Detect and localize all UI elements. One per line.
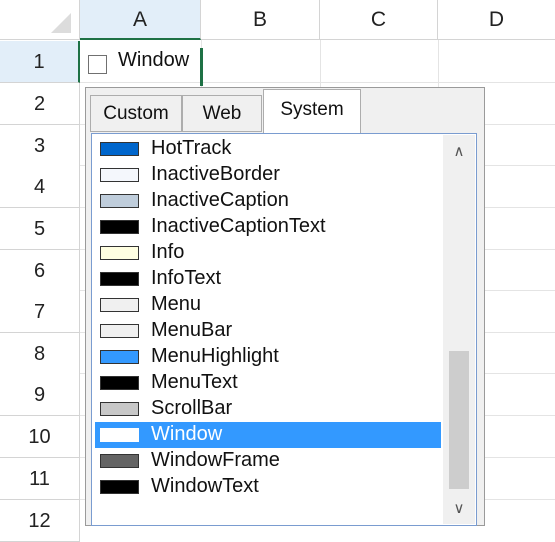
row-header-10[interactable]: 10 (0, 416, 80, 458)
list-scrollbar[interactable]: ∧ ∨ (443, 135, 475, 524)
system-color-list[interactable]: HotTrack InactiveBorder InactiveCaption Ina… (91, 133, 477, 526)
column-header-b[interactable]: B (201, 0, 320, 40)
column-header-a[interactable]: A (80, 0, 201, 40)
select-all-corner[interactable] (0, 0, 80, 40)
color-swatch (100, 428, 139, 442)
color-list-item[interactable]: WindowText (95, 474, 441, 500)
color-list-item[interactable]: InactiveBorder (95, 162, 441, 188)
cell-checkbox[interactable] (88, 55, 107, 74)
color-name: InfoText (151, 267, 222, 289)
row-header-8[interactable]: 8 (0, 333, 80, 375)
color-name: Info (151, 241, 185, 263)
color-name: Menu (151, 293, 202, 315)
color-swatch (100, 142, 139, 156)
color-list-item[interactable]: MenuText (95, 370, 441, 396)
color-swatch (100, 376, 139, 390)
color-swatch (100, 272, 139, 286)
tab-system[interactable]: System (263, 89, 361, 133)
color-swatch (100, 480, 139, 494)
color-list-item[interactable]: ScrollBar (95, 396, 441, 422)
color-list-item[interactable]: WindowFrame (95, 448, 441, 474)
row-header-4[interactable]: 4 (0, 166, 80, 208)
color-list-item[interactable]: InfoText (95, 266, 441, 292)
row-header-3[interactable]: 3 (0, 125, 80, 167)
tab-web[interactable]: Web (182, 95, 262, 132)
row-header-6[interactable]: 6 (0, 250, 80, 292)
color-name: MenuBar (151, 319, 233, 341)
color-swatch (100, 168, 139, 182)
color-list-item[interactable]: InactiveCaptionText (95, 214, 441, 240)
corner-triangle-icon (51, 13, 71, 33)
color-name: Window (151, 423, 223, 445)
row-header-2[interactable]: 2 (0, 83, 80, 125)
color-swatch (100, 454, 139, 468)
color-swatch (100, 350, 139, 364)
color-list-item[interactable]: Info (95, 240, 441, 266)
color-swatch (100, 220, 139, 234)
row-header-11[interactable]: 11 (0, 458, 80, 500)
row-header-7[interactable]: 7 (0, 291, 80, 333)
row-header-5[interactable]: 5 (0, 208, 80, 250)
spreadsheet: A B C D 1 2 3 4 5 6 7 8 9 10 11 12 Window Custom We… (0, 0, 555, 542)
color-name: InactiveBorder (151, 163, 280, 185)
scroll-down-icon[interactable]: ∨ (443, 494, 475, 524)
column-header-c[interactable]: C (320, 0, 438, 40)
scroll-thumb[interactable] (449, 351, 469, 489)
color-name: HotTrack (151, 137, 232, 159)
color-name: ScrollBar (151, 397, 233, 419)
color-swatch (100, 194, 139, 208)
color-name: MenuText (151, 371, 238, 393)
color-list-item[interactable]: MenuBar (95, 318, 441, 344)
color-list-item[interactable]: MenuHighlight (95, 344, 441, 370)
row-header-12[interactable]: 12 (0, 500, 80, 542)
color-list-item[interactable]: Window (95, 422, 441, 448)
active-cell-border (200, 48, 203, 86)
tab-custom[interactable]: Custom (90, 95, 182, 132)
color-name: WindowText (151, 475, 259, 497)
column-header-d[interactable]: D (438, 0, 555, 40)
color-name: MenuHighlight (151, 345, 279, 367)
color-list-item[interactable]: InactiveCaption (95, 188, 441, 214)
color-swatch (100, 246, 139, 260)
row-header-1[interactable]: 1 (0, 41, 80, 83)
color-name: InactiveCaptionText (151, 215, 326, 237)
row-header-9[interactable]: 9 (0, 374, 80, 416)
color-list-item[interactable]: HotTrack (95, 136, 441, 162)
color-name: WindowFrame (151, 449, 280, 471)
color-swatch (100, 402, 139, 416)
cell-a1[interactable]: Window (80, 41, 201, 83)
color-name: InactiveCaption (151, 189, 289, 211)
color-list-item[interactable]: Menu (95, 292, 441, 318)
color-swatch (100, 324, 139, 338)
scroll-up-icon[interactable]: ∧ (443, 137, 475, 167)
color-swatch (100, 298, 139, 312)
cell-a1-text: Window (118, 49, 190, 71)
